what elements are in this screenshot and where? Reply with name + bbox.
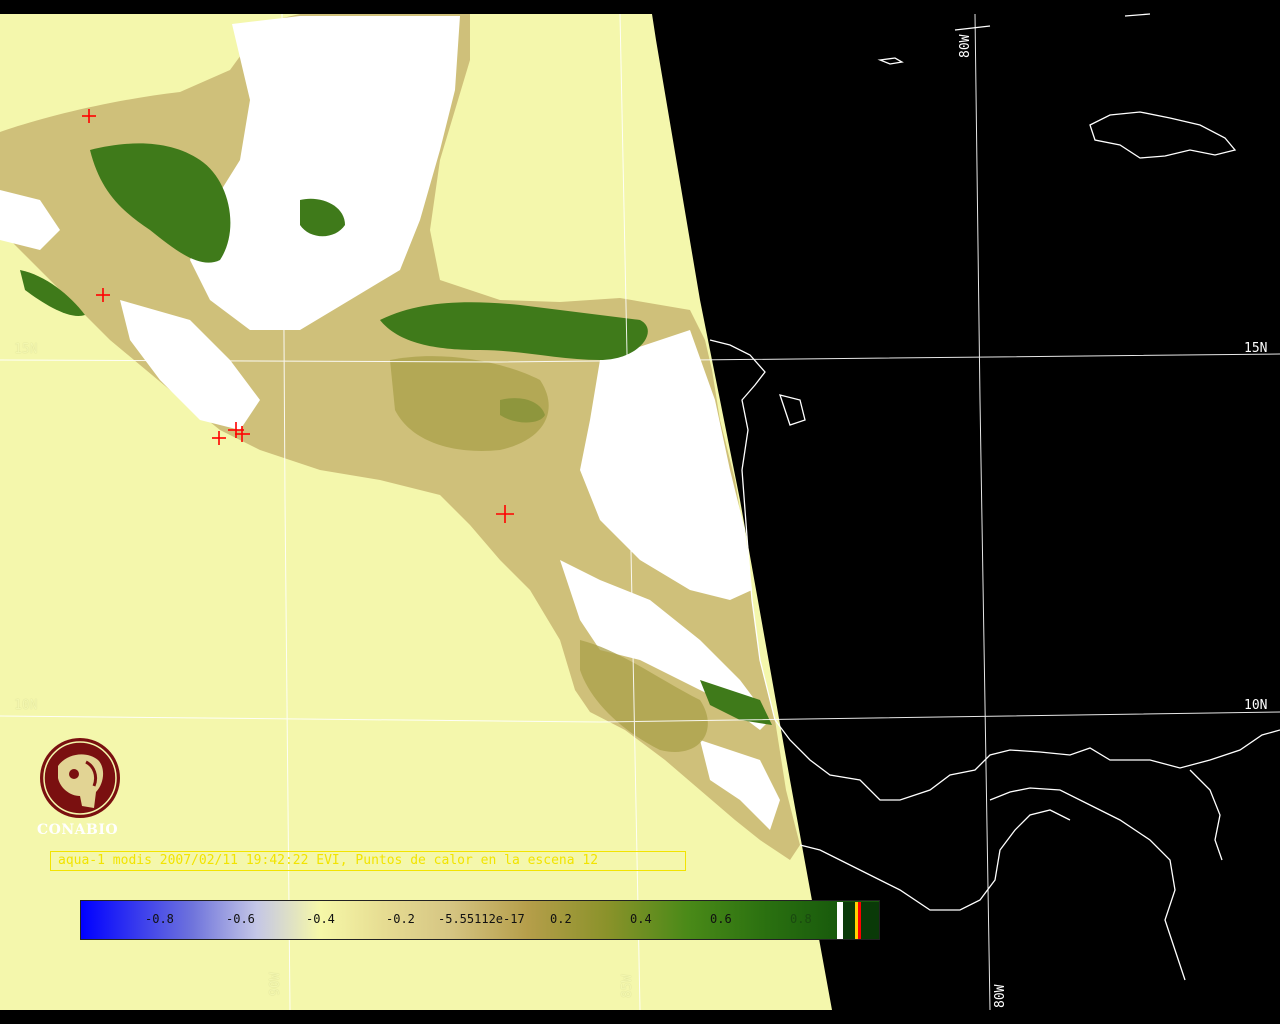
- colorbar-tick: -5.55112e-17: [438, 912, 525, 926]
- lon-label-80w-bottom: 80W: [993, 984, 1008, 1008]
- map-image: 15N 15N 10N 10N 80W 80W 85W 90W CONABIO …: [0, 0, 1280, 1024]
- colorbar-tick: -0.8: [145, 912, 174, 926]
- colorbar-tick: -0.4: [306, 912, 335, 926]
- colorbar-tick: 0.8: [790, 912, 812, 926]
- scene-caption: aqua-1 modis 2007/02/11 19:42:22 EVI, Pu…: [50, 851, 686, 871]
- colorbar-tick: 0.2: [550, 912, 572, 926]
- colorbar-tick: 0.4: [630, 912, 652, 926]
- jamaica-outline: [1089, 111, 1237, 159]
- colorbar-swatch-end: [861, 902, 879, 939]
- lat-label-15n-right: 15N: [1244, 341, 1268, 356]
- lon-label-80w-top: 80W: [958, 34, 973, 58]
- conabio-logo-text: CONABIO: [37, 822, 119, 838]
- colorbar-tick: -0.2: [386, 912, 415, 926]
- lat-label-15n-left: 15N: [14, 342, 38, 357]
- colorbar-swatch-darkgreen: [843, 902, 855, 939]
- lat-label-10n-left: 10N: [14, 698, 38, 713]
- colorbar-tick: 0.6: [710, 912, 732, 926]
- lat-label-10n-right: 10N: [1244, 698, 1268, 713]
- lon-label-85w-bottom: 85W: [620, 974, 635, 998]
- lon-label-90w-bottom: 90W: [268, 972, 283, 996]
- colorbar-tick: -0.6: [226, 912, 255, 926]
- evi-colorbar: -0.8 -0.6 -0.4 -0.2 -5.55112e-17 0.2 0.4…: [80, 900, 880, 940]
